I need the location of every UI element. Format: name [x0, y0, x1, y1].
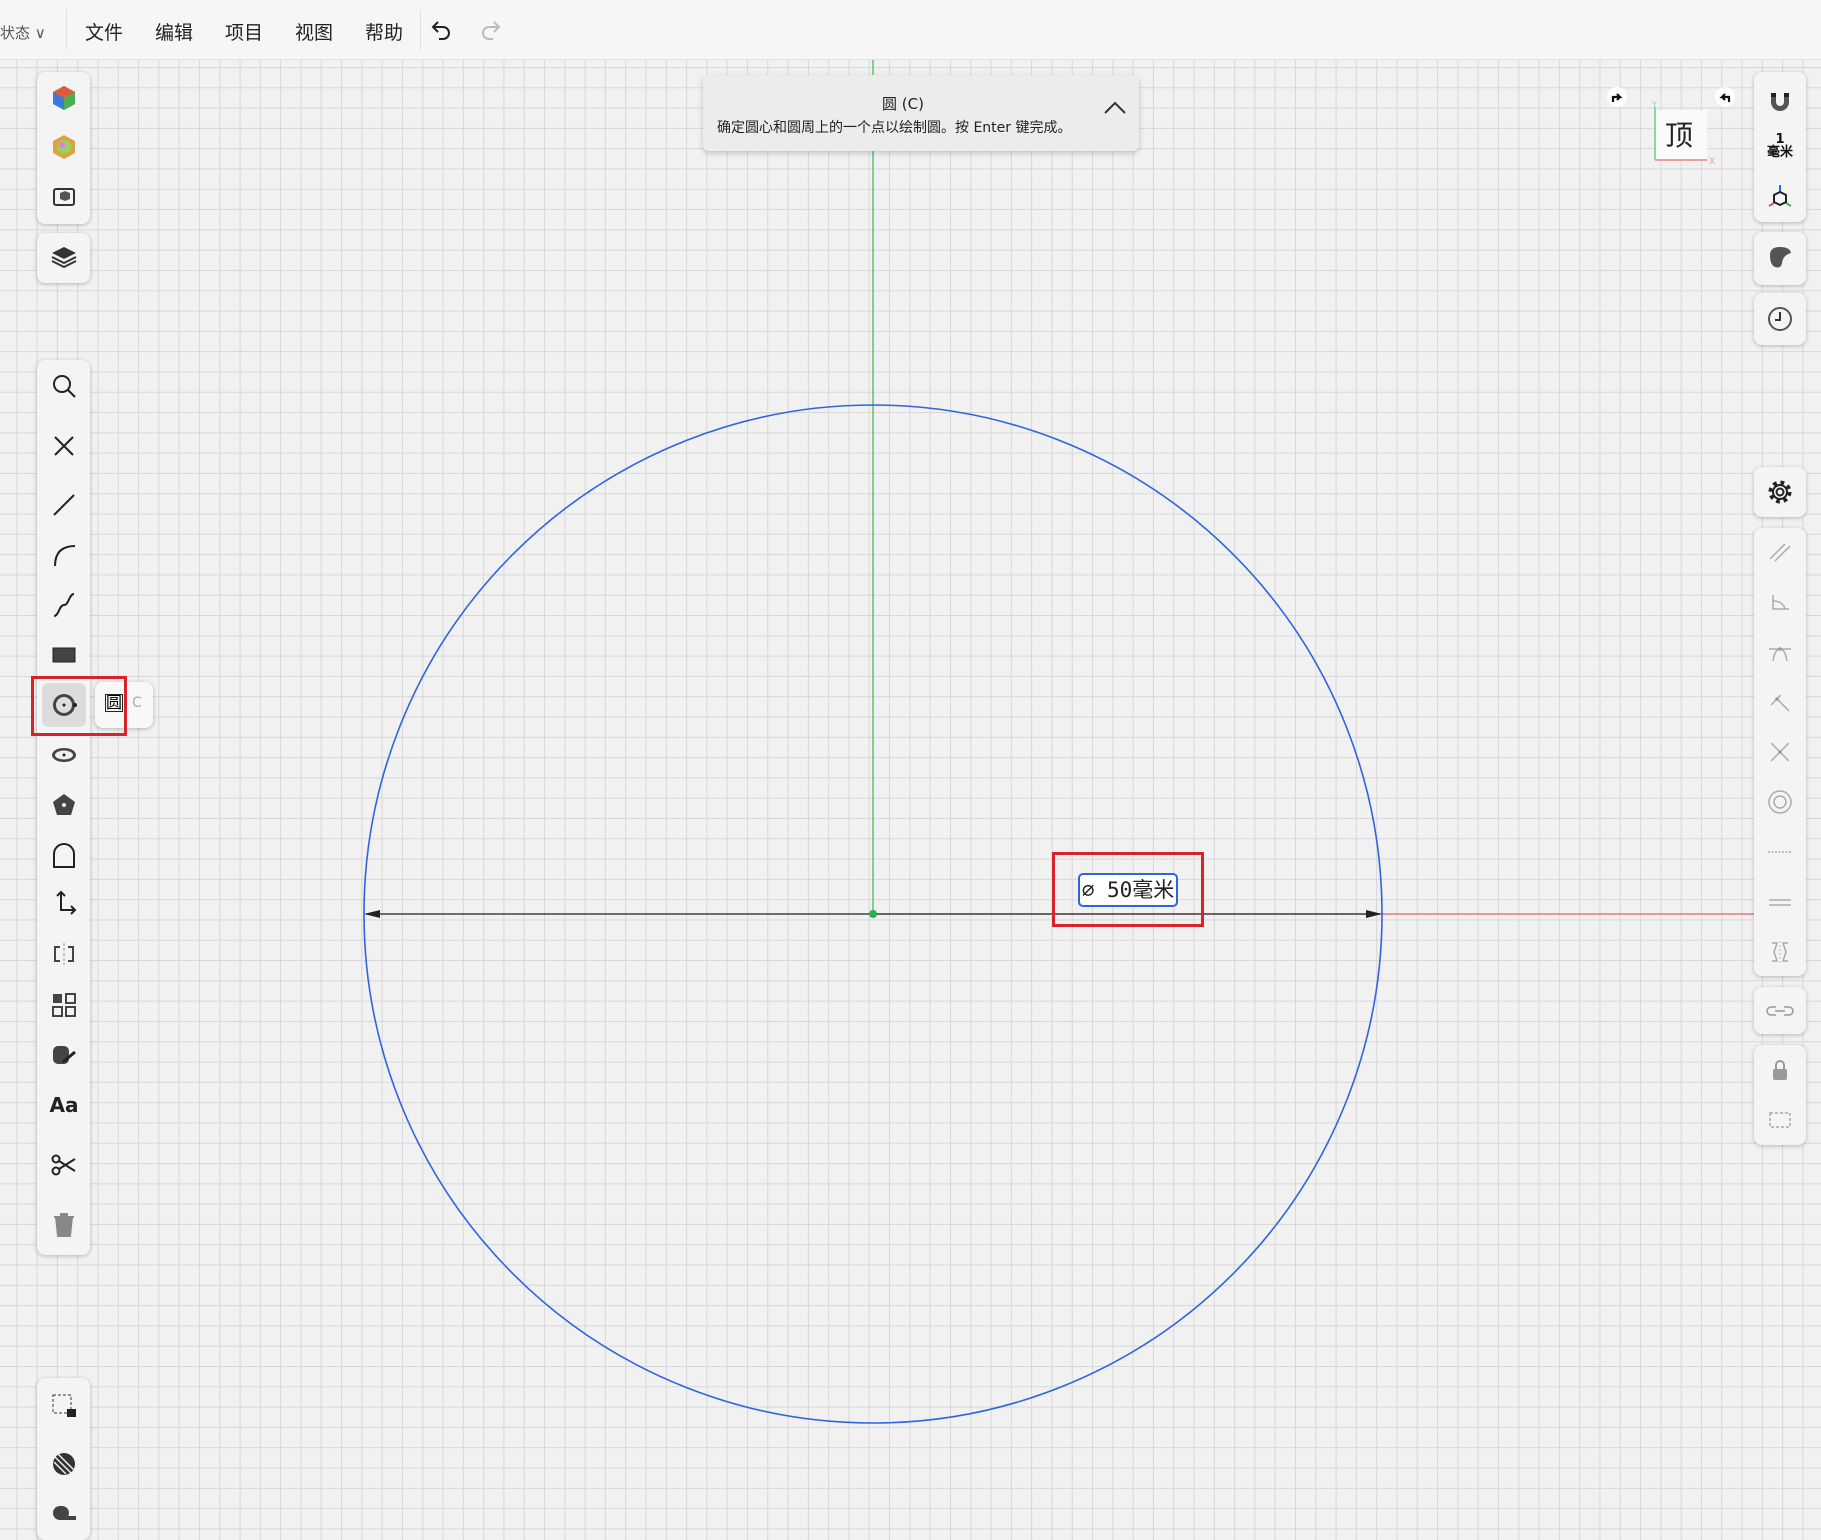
dimension-unit: 毫米	[1132, 878, 1175, 902]
highlight-box	[31, 676, 127, 736]
y-axis-label: Y	[1651, 100, 1657, 109]
trash-icon[interactable]	[42, 1203, 86, 1247]
appearance-icon[interactable]	[42, 76, 86, 120]
dimension-arrow-right	[1366, 910, 1382, 918]
line-tool-icon[interactable]	[42, 483, 86, 527]
trim-scissors-icon[interactable]	[42, 1143, 86, 1187]
symmetric-constraint-icon[interactable]	[1758, 930, 1802, 974]
lock-icon[interactable]	[1758, 1048, 1802, 1092]
link-icon[interactable]	[1758, 989, 1802, 1033]
layers-icon[interactable]	[42, 235, 86, 279]
sketch-layer	[363, 60, 1755, 1424]
hint-title: 圆 (C)	[882, 95, 924, 113]
tool-hint-panel: 圆 (C) 确定圆心和圆周上的一个点以绘制圆。按 Enter 键完成。	[703, 75, 1139, 151]
midpoint-constraint-icon[interactable]	[1758, 730, 1802, 774]
measure-tape-icon[interactable]	[42, 1491, 86, 1535]
polygon-tool-icon[interactable]	[42, 783, 86, 827]
gear-icon[interactable]	[1758, 470, 1802, 514]
bounding-box-icon[interactable]	[1758, 1098, 1802, 1142]
view-face-label: 顶	[1665, 119, 1693, 152]
view-cube[interactable]: Y X 顶	[1605, 85, 1745, 170]
tangent-constraint-icon[interactable]	[1758, 630, 1802, 674]
spline-tool-icon[interactable]	[42, 583, 86, 627]
text-tool[interactable]: Aa	[42, 1083, 86, 1127]
dimension-value: 50	[1107, 878, 1133, 902]
axis-cube-icon[interactable]	[1758, 175, 1802, 219]
shading-icon[interactable]	[1758, 236, 1802, 280]
perpendicular-constraint-icon[interactable]	[1758, 580, 1802, 624]
snap-increment[interactable]: 1 毫米	[1754, 133, 1806, 159]
dimension-arrow-left	[364, 910, 380, 918]
render-icon[interactable]	[42, 175, 86, 219]
parallel-constraint-icon[interactable]	[1758, 530, 1802, 574]
select-lock-icon[interactable]	[42, 1384, 86, 1428]
flyout-shortcut: C	[132, 695, 142, 711]
collapse-chevron-icon[interactable]	[1103, 100, 1127, 116]
hint-description: 确定圆心和圆周上的一个点以绘制圆。按 Enter 键完成。	[717, 120, 1072, 136]
search-icon[interactable]	[42, 364, 86, 408]
equal-constraint-icon[interactable]	[1758, 880, 1802, 924]
ellipse-tool-icon[interactable]	[42, 733, 86, 777]
rectangle-tool-icon[interactable]	[42, 633, 86, 677]
history-clock-icon[interactable]	[1758, 297, 1802, 341]
horizontal-constraint-icon[interactable]	[1758, 830, 1802, 874]
hatch-icon[interactable]	[42, 1442, 86, 1486]
move-tool-icon[interactable]	[42, 881, 86, 925]
offset-tool-icon[interactable]	[42, 1033, 86, 1077]
x-axis-label: X	[1709, 157, 1715, 167]
arc-tool-icon[interactable]	[42, 533, 86, 577]
mirror-tool-icon[interactable]	[42, 932, 86, 976]
concentric-constraint-icon[interactable]	[1758, 780, 1802, 824]
dimension-input[interactable]: ⌀ 50毫米	[1078, 873, 1178, 907]
snap-magnet-icon[interactable]	[1758, 78, 1802, 122]
material-icon[interactable]	[42, 125, 86, 169]
snap-unit: 毫米	[1766, 145, 1793, 160]
coincident-constraint-icon[interactable]	[1758, 680, 1802, 724]
close-icon[interactable]	[42, 424, 86, 468]
pattern-tool-icon[interactable]	[42, 983, 86, 1027]
diameter-symbol: ⌀	[1081, 878, 1095, 902]
center-point	[869, 910, 877, 918]
slot-tool-icon[interactable]	[42, 834, 86, 878]
